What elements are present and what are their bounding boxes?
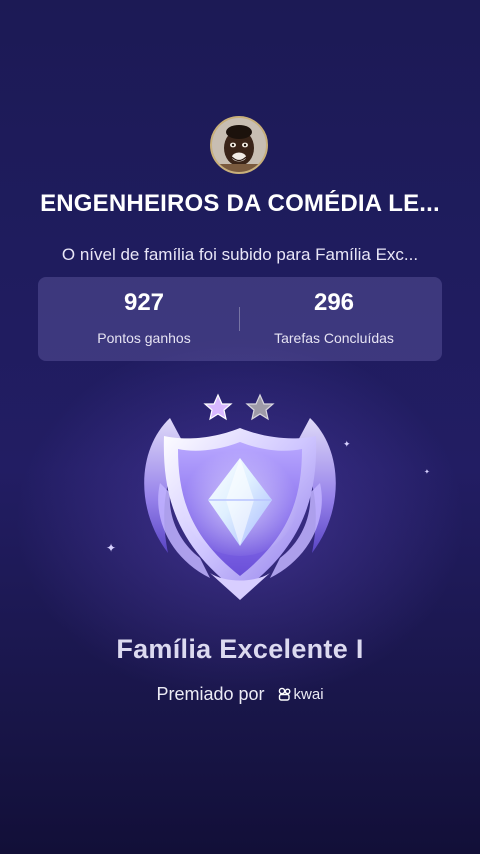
stat-points: 927 Pontos ganhos <box>44 277 244 361</box>
kwai-brand: kwai <box>278 686 324 703</box>
points-value: 927 <box>123 289 165 316</box>
crystal-shield-badge-icon <box>130 388 350 603</box>
sparkle-icon: ✦ <box>424 469 430 476</box>
awarded-by-row: Premiado por kwai <box>0 684 480 705</box>
points-label: Pontos ganhos <box>97 330 191 346</box>
tasks-value: 296 <box>313 289 355 316</box>
family-avatar[interactable] <box>210 116 268 174</box>
kwai-logo-icon <box>278 687 291 701</box>
sparkle-icon: ✦ <box>106 541 117 555</box>
stats-card: 927 Pontos ganhos 296 Tarefas Concluídas <box>38 277 442 361</box>
awarded-by-label: Premiado por <box>156 684 265 704</box>
tasks-label: Tarefas Concluídas <box>274 330 394 346</box>
family-name: ENGENHEIROS DA COMÉDIA LE... <box>40 190 440 217</box>
kwai-brand-name: kwai <box>293 686 324 703</box>
family-level-title: Família Excelente I <box>116 634 364 664</box>
level-up-message: O nível de família foi subido para Famíl… <box>61 245 419 264</box>
avatar-image <box>212 118 266 172</box>
stat-tasks: 296 Tarefas Concluídas <box>234 277 434 361</box>
